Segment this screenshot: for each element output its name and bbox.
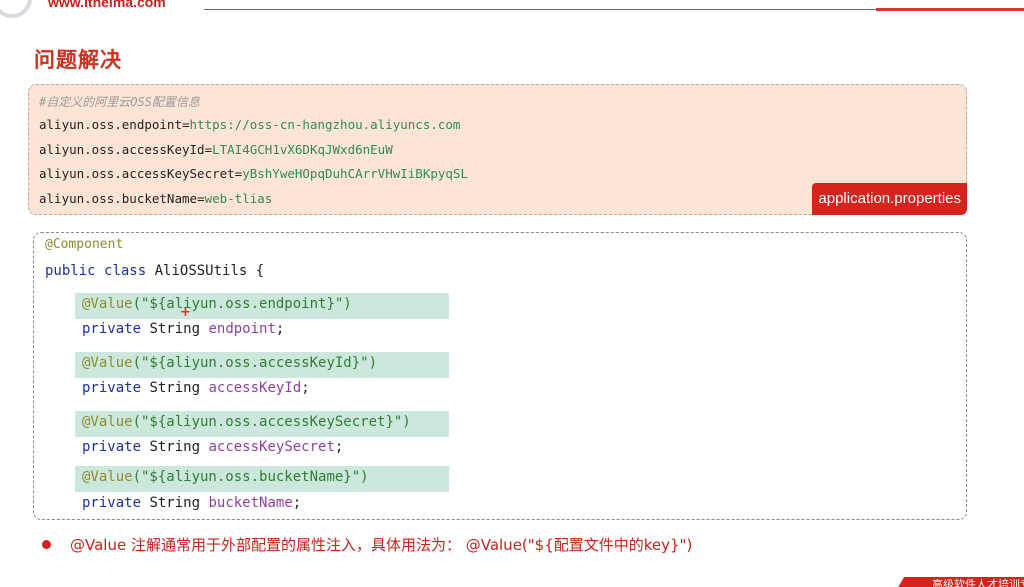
- class-name: AliOSSUtils {: [154, 263, 265, 279]
- field-declaration: private String accessKeySecret;: [82, 439, 344, 455]
- value-annotation: @Value("${aliyun.oss.bucketName}"): [82, 469, 369, 485]
- property-value: web-tlias: [204, 191, 273, 206]
- value-annotation: @Value("${aliyun.oss.accessKeySecret}"): [82, 414, 411, 430]
- site-url: www.itheima.com: [48, 0, 166, 10]
- field-declaration: private String accessKeyId;: [82, 380, 310, 396]
- usage-note: @Value 注解通常用于外部配置的属性注入，具体用法为： @Value("${…: [70, 536, 693, 554]
- property-key: aliyun.oss.accessKeySecret: [39, 166, 235, 181]
- property-value: yBshYweHOpqDuhCArrVHwIiBKpyqSL: [242, 166, 468, 181]
- value-annotation: @Value("${aliyun.oss.endpoint}"): [82, 296, 352, 312]
- header-accent-bar: [876, 8, 1024, 11]
- properties-comment: #自定义的阿里云OSS配置信息: [39, 95, 200, 109]
- bullet-icon: [42, 540, 51, 549]
- property-line: aliyun.oss.endpoint=https://oss-cn-hangz…: [39, 117, 461, 132]
- field-declaration: private String endpoint;: [82, 321, 285, 337]
- property-key: aliyun.oss.bucketName: [39, 191, 198, 206]
- value-annotation: @Value("${aliyun.oss.accessKeyId}"): [82, 355, 378, 371]
- property-key: aliyun.oss.accessKeyId: [39, 142, 205, 157]
- property-key: aliyun.oss.endpoint: [39, 117, 182, 132]
- property-line: aliyun.oss.accessKeySecret=yBshYweHOpqDu…: [39, 166, 468, 181]
- properties-snippet: #自定义的阿里云OSS配置信息 aliyun.oss.endpoint=http…: [28, 84, 967, 215]
- page-title: 问题解决: [34, 48, 122, 72]
- class-annotation: @Component: [45, 237, 124, 252]
- java-code-snippet: @Component public class AliOSSUtils { @V…: [33, 232, 967, 520]
- field-declaration: private String bucketName;: [82, 495, 302, 511]
- property-line: aliyun.oss.bucketName=web-tlias: [39, 191, 273, 206]
- property-line: aliyun.oss.accessKeyId=LTAI4GCH1vX6DKqJW…: [39, 142, 393, 157]
- class-declaration: public class AliOSSUtils {: [45, 263, 265, 279]
- property-value: https://oss-cn-hangzhou.aliyuncs.com: [189, 117, 461, 132]
- file-label: application.properties: [812, 183, 967, 215]
- property-value: LTAI4GCH1vX6DKqJWxd6nEuW: [212, 142, 393, 157]
- cursor-plus-icon: +: [180, 305, 191, 320]
- footer-tab-text: 高级软件人才培训专家: [932, 578, 1024, 587]
- logo-icon: [0, 0, 32, 18]
